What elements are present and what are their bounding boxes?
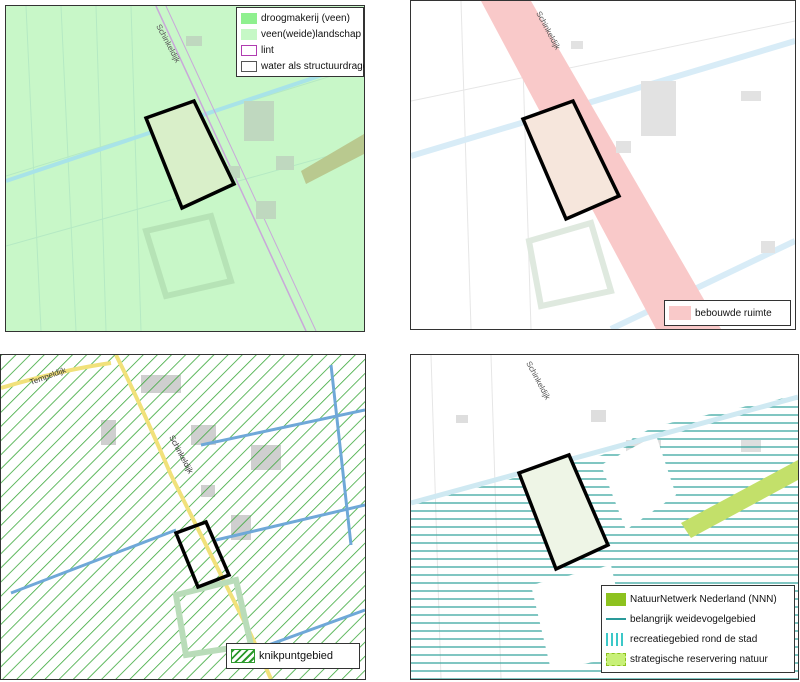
legend-label: belangrijk weidevogelgebied bbox=[630, 613, 756, 625]
legend-label: recreatiegebied rond de stad bbox=[630, 633, 758, 645]
legend-item: veen(weide)landschap bbox=[237, 26, 363, 42]
legend-swatch-nnn bbox=[606, 592, 626, 606]
legend-label: veen(weide)landschap bbox=[261, 28, 362, 40]
legend-swatch-weidevogelgebied bbox=[606, 612, 626, 626]
map-canvas: Tempeldijk Schinkeldijk bbox=[1, 355, 365, 679]
legend-swatch-lint bbox=[241, 44, 257, 56]
legend-swatch-knikpuntgebied bbox=[231, 649, 255, 663]
legend-swatch-recreatiegebied bbox=[606, 632, 626, 646]
map-panel-top-left[interactable]: Schinkeldijk droogmakerij (veen) veen(we… bbox=[5, 5, 365, 332]
legend-label: lint bbox=[261, 44, 274, 56]
legend-label: strategische reservering natuur bbox=[630, 653, 768, 665]
legend-bottom-left: knikpuntgebied bbox=[226, 643, 360, 669]
legend-label: NatuurNetwerk Nederland (NNN) bbox=[630, 593, 777, 605]
legend-bottom-right: NatuurNetwerk Nederland (NNN) belangrijk… bbox=[601, 585, 795, 673]
legend-swatch-droogmakerij bbox=[241, 12, 257, 24]
legend-top-left: droogmakerij (veen) veen(weide)landschap… bbox=[236, 7, 364, 77]
legend-item: NatuurNetwerk Nederland (NNN) bbox=[602, 589, 794, 609]
legend-item: recreatiegebied rond de stad bbox=[602, 629, 794, 649]
legend-item: water als structuurdrager bbox=[237, 58, 365, 74]
legend-item: belangrijk weidevogelgebied bbox=[602, 609, 794, 629]
map-panel-top-right[interactable]: Schinkeldijk bebouwde ruimte bbox=[410, 0, 796, 330]
map-panel-bottom-right[interactable]: Schinkeldijk NatuurNetwerk Nederland (NN… bbox=[410, 354, 799, 680]
legend-label: water als structuurdrager bbox=[261, 60, 365, 72]
legend-item: bebouwde ruimte bbox=[665, 303, 790, 323]
legend-swatch-bebouwde-ruimte bbox=[669, 306, 691, 320]
legend-item: strategische reservering natuur bbox=[602, 649, 794, 669]
legend-swatch-veenweide bbox=[241, 28, 257, 40]
map-panel-bottom-left[interactable]: Tempeldijk Schinkeldijk knikpuntgebied bbox=[0, 354, 366, 680]
map-canvas: Schinkeldijk bbox=[411, 1, 795, 329]
legend-item: lint bbox=[237, 42, 363, 58]
legend-label: droogmakerij (veen) bbox=[261, 12, 350, 24]
legend-top-right: bebouwde ruimte bbox=[664, 300, 791, 326]
legend-label: knikpuntgebied bbox=[259, 650, 334, 662]
legend-label: bebouwde ruimte bbox=[695, 307, 772, 319]
legend-swatch-strategische-reservering bbox=[606, 652, 626, 666]
legend-item: knikpuntgebied bbox=[227, 646, 359, 666]
legend-item: droogmakerij (veen) bbox=[237, 10, 363, 26]
legend-swatch-water bbox=[241, 60, 257, 72]
